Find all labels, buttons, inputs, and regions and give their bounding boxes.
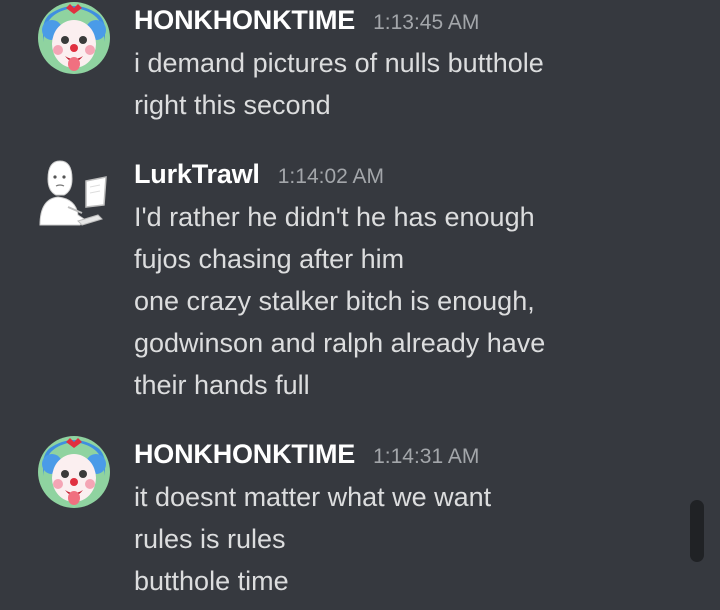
scrollbar-thumb[interactable] <box>690 500 704 562</box>
message-line: rules is rules <box>134 524 286 554</box>
message-line: godwinson and ralph already have <box>134 328 546 358</box>
message-line: butthole time <box>134 566 289 596</box>
message-line: right this second <box>134 90 331 120</box>
clown-avatar[interactable] <box>38 436 110 508</box>
wojak-computer-avatar[interactable] <box>38 157 110 229</box>
clown-avatar[interactable] <box>38 2 110 74</box>
username[interactable]: HONKHONKTIME <box>134 439 355 469</box>
message-line: I'd rather he didn't he has enough <box>134 202 535 232</box>
username[interactable]: HONKHONKTIME <box>134 5 355 35</box>
username[interactable]: LurkTrawl <box>134 159 260 189</box>
message-line: one crazy stalker bitch is enough, <box>134 286 535 316</box>
message-line: i demand pictures of nulls butthole <box>134 48 544 78</box>
message-line: it doesnt matter what we want <box>134 482 492 512</box>
message-line: fujos chasing after him <box>134 244 405 274</box>
timestamp: 1:13:45 AM <box>373 11 480 34</box>
timestamp: 1:14:31 AM <box>373 445 480 468</box>
timestamp: 1:14:02 AM <box>277 165 384 188</box>
chat-log: HONKHONKTIME 1:13:45 AM i demand pictures… <box>0 0 720 610</box>
message-line: their hands full <box>134 370 310 400</box>
